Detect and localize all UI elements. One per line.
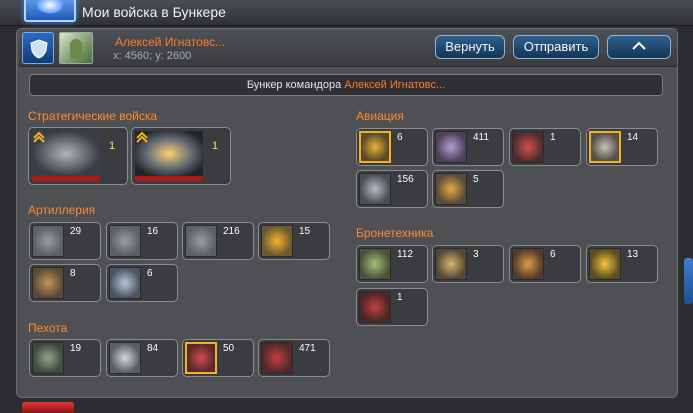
window-title: Мои войска в Бункере (82, 4, 226, 20)
unit-count: 15 (299, 226, 311, 237)
unit-count: 216 (223, 226, 240, 237)
artillery-gold-icon (261, 225, 293, 257)
section-title-armor: Бронетехника (356, 226, 434, 240)
aircraft-gunship-icon (359, 173, 391, 205)
unit-count: 50 (223, 343, 235, 354)
unit-count: 14 (627, 132, 639, 143)
user-bar: Алексей Игнатовс... x: 4560; y: 2600 Вер… (19, 29, 677, 67)
unit-cell-aviation[interactable]: 5 (432, 170, 504, 208)
aircraft-bomber-icon (589, 131, 621, 163)
unit-cell-infantry[interactable]: 84 (106, 339, 178, 377)
infantry-heavy-icon (261, 342, 293, 374)
section-title-strategic: Стратегические войска (28, 109, 158, 123)
unit-cell-aviation[interactable]: 411 (432, 128, 504, 166)
unit-cell-armor[interactable]: 1 (356, 288, 428, 326)
aircraft-red-icon (512, 131, 544, 163)
unit-cell-infantry[interactable]: 50 (182, 339, 254, 377)
bunker-owner-name[interactable]: Алексей Игнатовс... (344, 79, 445, 91)
unit-cell-armor[interactable]: 112 (356, 245, 428, 283)
unit-cell-aviation[interactable]: 156 (356, 170, 428, 208)
unit-cell-artillery[interactable]: 15 (258, 222, 330, 260)
avatar[interactable] (59, 32, 93, 64)
artillery-tank-icon (32, 225, 64, 257)
section-title-aviation: Авиация (356, 109, 404, 123)
rank-chevron-icon (136, 131, 148, 143)
aircraft-gold-icon (359, 131, 391, 163)
unit-count: 13 (627, 249, 639, 260)
bunker-label: Бункер командора (246, 79, 342, 91)
unit-cell-armor[interactable]: 6 (509, 245, 581, 283)
chevron-up-icon (632, 41, 646, 50)
unit-count: 5 (473, 174, 479, 185)
unit-cell-armor[interactable]: 13 (586, 245, 658, 283)
bunker-icon (24, 0, 76, 22)
bunker-owner-bar: Бункер командора Алексей Игнатовс... (29, 74, 663, 96)
shield-icon (22, 32, 54, 64)
unit-count: 6 (550, 249, 556, 260)
bottom-tab[interactable] (22, 402, 74, 413)
section-title-infantry: Пехота (28, 321, 68, 335)
unit-cell-aviation[interactable]: 14 (586, 128, 658, 166)
unit-count: 1 (109, 140, 116, 152)
unit-cell-strategic[interactable]: 1 (131, 127, 231, 185)
title-bar: Мои войска в Бункере (0, 0, 693, 26)
unit-count: 112 (397, 249, 413, 260)
unit-cell-infantry[interactable]: 471 (258, 339, 330, 377)
collapse-button[interactable] (607, 35, 671, 59)
unit-count: 471 (299, 343, 316, 354)
infantry-elite-icon (185, 342, 217, 374)
scrollbar-thumb[interactable] (684, 258, 693, 304)
unit-count: 6 (147, 268, 153, 279)
unit-cell-infantry[interactable]: 19 (29, 339, 101, 377)
unit-count: 29 (70, 226, 82, 237)
tank-red-walker-icon (359, 291, 391, 323)
unit-count: 411 (473, 132, 489, 143)
unit-cell-artillery[interactable]: 16 (106, 222, 178, 260)
artillery-drone-icon (185, 225, 217, 257)
unit-cell-strategic[interactable]: 1 (28, 127, 128, 185)
unit-count: 156 (397, 174, 414, 185)
artillery-walker-icon (109, 225, 141, 257)
bunker-panel: Алексей Игнатовс... x: 4560; y: 2600 Вер… (16, 28, 678, 398)
unit-cell-aviation[interactable]: 1 (509, 128, 581, 166)
unit-cell-aviation[interactable]: 6 (356, 128, 428, 166)
tank-hover-icon (435, 248, 467, 280)
tank-assault-icon (512, 248, 544, 280)
tank-gold-icon (589, 248, 621, 280)
aircraft-fighter-icon (435, 131, 467, 163)
unit-count: 6 (397, 132, 403, 143)
send-button[interactable]: Отправить (513, 35, 599, 59)
artillery-rover-icon (32, 267, 64, 299)
unit-count: 16 (147, 226, 159, 237)
unit-count: 3 (473, 249, 479, 260)
infantry-robot-icon (109, 342, 141, 374)
user-coords: x: 4560; y: 2600 (113, 50, 192, 62)
section-title-artillery: Артиллерия (28, 203, 96, 217)
unit-count: 19 (70, 343, 82, 354)
infantry-soldier-icon (32, 342, 64, 374)
tank-light-icon (359, 248, 391, 280)
unit-count: 8 (70, 268, 76, 279)
unit-cell-artillery[interactable]: 216 (182, 222, 254, 260)
rank-chevron-icon (33, 131, 45, 143)
unit-cell-artillery[interactable]: 6 (106, 264, 178, 302)
artillery-jet-icon (109, 267, 141, 299)
return-button[interactable]: Вернуть (435, 35, 505, 59)
unit-cell-artillery[interactable]: 8 (29, 264, 101, 302)
unit-count: 84 (147, 343, 159, 354)
unit-count: 1 (397, 292, 403, 303)
unit-count: 1 (550, 132, 556, 143)
unit-count: 1 (212, 140, 219, 152)
aircraft-interceptor-icon (435, 173, 467, 205)
unit-cell-artillery[interactable]: 29 (29, 222, 101, 260)
user-name[interactable]: Алексей Игнатовс... (115, 35, 225, 49)
unit-cell-armor[interactable]: 3 (432, 245, 504, 283)
